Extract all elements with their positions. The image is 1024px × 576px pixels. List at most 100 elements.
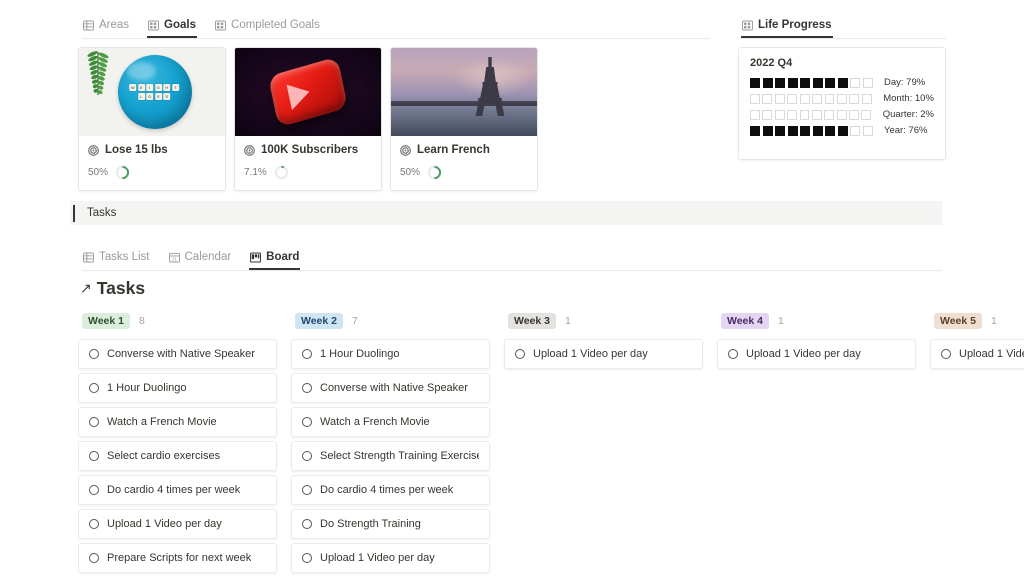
goal-card[interactable]: 100K Subscribers 7.1% bbox=[234, 47, 382, 191]
checkbox-icon[interactable] bbox=[302, 485, 312, 495]
checkbox-icon[interactable] bbox=[515, 349, 525, 359]
goal-progress-row: 7.1% bbox=[244, 165, 372, 180]
tab-completed-goals[interactable]: Completed Goals bbox=[214, 19, 321, 38]
checkbox-icon[interactable] bbox=[89, 451, 99, 461]
task-card[interactable]: Converse with Native Speaker bbox=[291, 373, 490, 403]
scrabble-tile: I bbox=[146, 84, 154, 91]
tasks-section-banner: Tasks bbox=[70, 201, 942, 225]
task-card[interactable]: Upload 1 Video per day bbox=[78, 509, 277, 539]
progress-square bbox=[787, 109, 797, 120]
target-icon bbox=[400, 144, 411, 156]
life-progress-row: Quarter: 2% bbox=[750, 109, 934, 120]
life-progress-row: Year: 76% bbox=[750, 125, 934, 136]
goal-card[interactable]: WEIGHTLOSS Lose 15 lbs 50% bbox=[78, 47, 226, 191]
progress-square bbox=[800, 77, 810, 88]
task-card[interactable]: Do cardio 4 times per week bbox=[78, 475, 277, 505]
progress-square bbox=[837, 77, 848, 88]
board-column-header[interactable]: Week 3 1 bbox=[504, 311, 717, 330]
task-card[interactable]: Upload 1 Video per day bbox=[291, 543, 490, 573]
task-card[interactable]: Select Strength Training Exercise bbox=[291, 441, 490, 471]
view-tab-board[interactable]: Board bbox=[249, 251, 301, 270]
checkbox-icon[interactable] bbox=[302, 451, 312, 461]
river-water bbox=[391, 106, 537, 136]
task-card[interactable]: Prepare Scripts for next week bbox=[78, 543, 277, 573]
scrabble-tile: E bbox=[137, 84, 145, 91]
checkbox-icon[interactable] bbox=[89, 383, 99, 393]
checkbox-icon[interactable] bbox=[302, 553, 312, 563]
board-column-header[interactable]: Week 4 1 bbox=[717, 311, 930, 330]
table-icon bbox=[83, 20, 94, 30]
task-card[interactable]: Upload 1 Video per day bbox=[930, 339, 1024, 369]
progress-ring bbox=[274, 165, 288, 180]
progress-square bbox=[774, 109, 785, 120]
board-column: Week 2 7 1 Hour Duolingo Converse with N… bbox=[291, 311, 504, 576]
board-column-header[interactable]: Week 2 7 bbox=[291, 311, 504, 330]
progress-square bbox=[750, 109, 760, 120]
open-link-icon: ↗ bbox=[80, 280, 92, 296]
view-tab-calendar[interactable]: 31 Calendar bbox=[168, 251, 233, 270]
week-badge: Week 3 bbox=[508, 312, 556, 329]
banner-accent-bar bbox=[73, 204, 75, 222]
board-column: Week 4 1 Upload 1 Video per day bbox=[717, 311, 930, 576]
progress-square bbox=[861, 109, 872, 120]
tasks-banner-label: Tasks bbox=[87, 207, 117, 219]
task-title: Prepare Scripts for next week bbox=[107, 552, 252, 564]
goal-title-row: Learn French bbox=[400, 144, 528, 156]
task-card[interactable]: 1 Hour Duolingo bbox=[78, 373, 277, 403]
progress-square bbox=[850, 77, 860, 88]
target-icon bbox=[244, 144, 255, 156]
checkbox-icon[interactable] bbox=[941, 349, 951, 359]
task-title: Upload 1 Video per day bbox=[959, 348, 1024, 360]
life-progress-card[interactable]: 2022 Q4 Day: 79% Month: 10% Quarter: 2% Yea… bbox=[738, 47, 946, 160]
tab-life-progress[interactable]: Life Progress bbox=[741, 19, 833, 38]
tab-areas[interactable]: Areas bbox=[82, 19, 130, 38]
checkbox-icon[interactable] bbox=[89, 553, 99, 563]
task-card[interactable]: Watch a French Movie bbox=[78, 407, 277, 437]
task-card[interactable]: Converse with Native Speaker bbox=[78, 339, 277, 369]
progress-square bbox=[861, 93, 872, 104]
task-card[interactable]: Do Strength Training bbox=[291, 509, 490, 539]
tab-label: Completed Goals bbox=[231, 19, 320, 31]
checkbox-icon[interactable] bbox=[89, 349, 99, 359]
progress-square bbox=[799, 109, 810, 120]
tab-goals[interactable]: Goals bbox=[147, 19, 198, 38]
checkbox-icon[interactable] bbox=[728, 349, 738, 359]
checkbox-icon[interactable] bbox=[302, 349, 312, 359]
task-title: Converse with Native Speaker bbox=[107, 348, 255, 360]
week-badge: Week 4 bbox=[721, 312, 769, 329]
checkbox-icon[interactable] bbox=[302, 383, 312, 393]
checkbox-icon[interactable] bbox=[89, 417, 99, 427]
board-title-label: Tasks bbox=[96, 278, 146, 298]
tasks-view-tabs: Tasks List 31 Calendar Board bbox=[82, 244, 301, 270]
view-tab-tasks-list[interactable]: Tasks List bbox=[82, 251, 151, 270]
life-progress-label: Year: 76% bbox=[884, 125, 928, 136]
task-card[interactable]: Upload 1 Video per day bbox=[504, 339, 703, 369]
goal-meta: Learn French 50% bbox=[391, 136, 537, 190]
checkbox-icon[interactable] bbox=[302, 519, 312, 529]
task-title: Upload 1 Video per day bbox=[746, 348, 861, 360]
board-column-header[interactable]: Week 5 1 bbox=[930, 311, 1024, 330]
board-column-header[interactable]: Week 1 8 bbox=[78, 311, 291, 330]
task-card[interactable]: Select cardio exercises bbox=[78, 441, 277, 471]
scrabble-tiles: WEIGHTLOSS bbox=[129, 84, 179, 100]
scrabble-tile: S bbox=[154, 93, 162, 100]
task-title: Select Strength Training Exercise bbox=[320, 450, 479, 462]
progress-ring bbox=[115, 165, 130, 180]
task-card[interactable]: 1 Hour Duolingo bbox=[291, 339, 490, 369]
progress-square bbox=[862, 77, 873, 88]
task-card[interactable]: Watch a French Movie bbox=[291, 407, 490, 437]
checkbox-icon[interactable] bbox=[89, 519, 99, 529]
task-card[interactable]: Do cardio 4 times per week bbox=[291, 475, 490, 505]
task-count: 7 bbox=[352, 314, 358, 327]
goal-title-row: Lose 15 lbs bbox=[88, 144, 216, 156]
goal-card[interactable]: Learn French 50% bbox=[390, 47, 538, 191]
table-icon bbox=[83, 252, 94, 262]
task-title: Upload 1 Video per day bbox=[107, 518, 222, 530]
progress-square bbox=[787, 77, 798, 88]
checkbox-icon[interactable] bbox=[302, 417, 312, 427]
gallery-icon bbox=[215, 20, 226, 30]
task-card[interactable]: Upload 1 Video per day bbox=[717, 339, 916, 369]
board-title[interactable]: ↗ Tasks bbox=[80, 278, 145, 299]
goal-percent: 50% bbox=[400, 167, 421, 178]
checkbox-icon[interactable] bbox=[89, 485, 99, 495]
